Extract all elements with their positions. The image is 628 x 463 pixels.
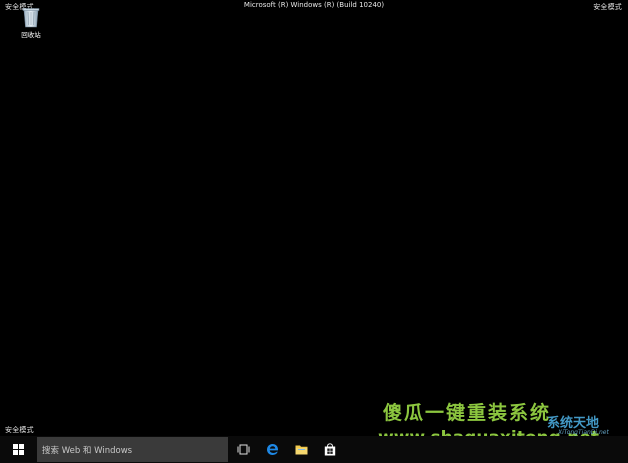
file-explorer-button[interactable]: [287, 436, 315, 463]
taskbar: 搜索 Web 和 Windows: [0, 436, 628, 463]
safe-mode-label-bottom-left: 安全模式: [5, 426, 34, 434]
start-button[interactable]: [0, 436, 36, 463]
file-explorer-icon: [295, 445, 307, 455]
edge-button[interactable]: [258, 436, 286, 463]
windows-logo-icon: [12, 444, 24, 455]
build-info-title: Microsoft (R) Windows (R) (Build 10240): [243, 1, 385, 9]
safe-mode-label-top-right: 安全模式: [593, 3, 622, 11]
watermark-logo-sub: XiTongTianDi.net: [558, 429, 609, 436]
store-button[interactable]: [316, 436, 344, 463]
watermark-logo-text: 系统天地: [547, 416, 600, 431]
edge-icon: [266, 444, 278, 455]
desktop-icon-label: 回收站: [21, 31, 41, 39]
taskbar-search-box[interactable]: 搜索 Web 和 Windows: [37, 437, 228, 462]
task-view-icon: [237, 444, 249, 455]
task-view-button[interactable]: [229, 436, 257, 463]
desktop-icon-recycle-bin[interactable]: 回收站: [14, 6, 48, 39]
store-icon: [324, 443, 336, 456]
recycle-bin-icon: [22, 8, 40, 28]
search-placeholder: 搜索 Web 和 Windows: [42, 445, 133, 456]
watermark-title: 傻瓜一键重装系统: [383, 402, 552, 424]
